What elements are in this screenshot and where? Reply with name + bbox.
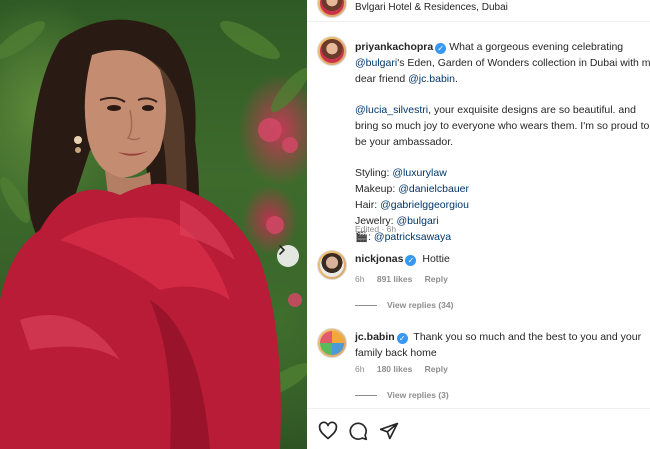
- caption-line-4: , your exquisite designs are so beautifu…: [428, 104, 636, 117]
- verified-badge-icon: ✓: [435, 43, 447, 54]
- post-caption: priyankachopra ✓ What a gorgeous evening c…: [355, 40, 650, 245]
- caption-line-3: dear friend: [355, 72, 409, 85]
- credit-label: Hair:: [355, 198, 381, 211]
- replies-divider: [355, 304, 377, 306]
- mention-link[interactable]: @luxurylaw: [392, 167, 446, 179]
- comment-text: nickjonas ✓ Hottie: [355, 252, 645, 268]
- comment-item: jc.babin ✓ Thank you so much and the best…: [317, 328, 650, 403]
- replies-divider: [355, 394, 377, 396]
- caption-author-avatar[interactable]: [317, 36, 347, 66]
- post-action-bar: [307, 408, 650, 449]
- mention-link[interactable]: @gabrielggeorgiou: [380, 199, 469, 211]
- location-link[interactable]: Bvlgari Hotel & Residences, Dubai: [355, 2, 508, 13]
- mention-link[interactable]: @bulgari: [396, 215, 438, 227]
- credit-label: Makeup:: [355, 183, 399, 196]
- post-detail-panel: Bvlgari Hotel & Residences, Dubai priyan…: [307, 0, 650, 449]
- caption-line-6: be your ambassador.: [355, 135, 454, 148]
- credit-label: Styling:: [355, 167, 393, 180]
- caption-line-5: bring so much joy to everyone who wears …: [355, 119, 650, 132]
- comment-actions: 6h 180 likes Reply: [355, 364, 458, 374]
- comment-likes[interactable]: 180 likes: [377, 364, 412, 374]
- edited-timestamp: Edited · 6h: [355, 224, 397, 234]
- carousel-next-button[interactable]: [277, 245, 299, 267]
- view-replies-label: View replies (34): [387, 300, 454, 310]
- commenter-avatar[interactable]: [317, 328, 347, 358]
- view-replies-button[interactable]: View replies (3): [355, 390, 449, 400]
- share-icon[interactable]: [379, 421, 399, 441]
- caption-line-2: 's Eden, Garden of Wonders collection in…: [397, 56, 650, 69]
- chevron-right-icon: [279, 245, 286, 255]
- author-avatar[interactable]: [317, 0, 347, 18]
- verified-badge-icon: ✓: [405, 255, 417, 266]
- comment-item: nickjonas ✓ Hottie 6h 891 likes Reply Vie…: [317, 250, 650, 320]
- heart-icon[interactable]: [318, 421, 338, 441]
- view-replies-label: View replies (3): [387, 390, 449, 400]
- comment-time: 6h: [355, 274, 365, 284]
- view-replies-button[interactable]: View replies (34): [355, 300, 453, 310]
- mention-link[interactable]: @danielcbauer: [398, 183, 469, 195]
- post-photo: [0, 0, 307, 449]
- photo-illustration: [0, 19, 307, 449]
- commenter-avatar[interactable]: [317, 250, 347, 280]
- comment-username[interactable]: jc.babin: [355, 331, 395, 343]
- comment-body: Hottie: [422, 253, 450, 265]
- post-header: Bvlgari Hotel & Residences, Dubai: [307, 0, 650, 22]
- reply-button[interactable]: Reply: [425, 274, 448, 284]
- comment-body-line-2: family back home: [355, 346, 437, 359]
- reply-button[interactable]: Reply: [425, 364, 448, 374]
- mention-link[interactable]: @lucia_silvestri: [355, 104, 428, 116]
- caption-username[interactable]: priyankachopra: [355, 41, 433, 53]
- comment-actions: 6h 891 likes Reply: [355, 274, 458, 284]
- comment-body: Thank you so much and the best to you an…: [413, 331, 642, 343]
- comment-time: 6h: [355, 364, 365, 374]
- mention-link[interactable]: @bulgari: [355, 57, 397, 69]
- comment-icon[interactable]: [348, 421, 368, 441]
- caption-line-1: What a gorgeous evening celebrating: [449, 41, 624, 53]
- comment-text: jc.babin ✓ Thank you so much and the best…: [355, 330, 645, 361]
- comment-username[interactable]: nickjonas: [355, 253, 403, 265]
- verified-badge-icon: ✓: [396, 333, 408, 344]
- caption-punctuation: .: [454, 72, 458, 85]
- mention-link[interactable]: @jc.babin: [408, 73, 455, 85]
- comment-likes[interactable]: 891 likes: [377, 274, 412, 284]
